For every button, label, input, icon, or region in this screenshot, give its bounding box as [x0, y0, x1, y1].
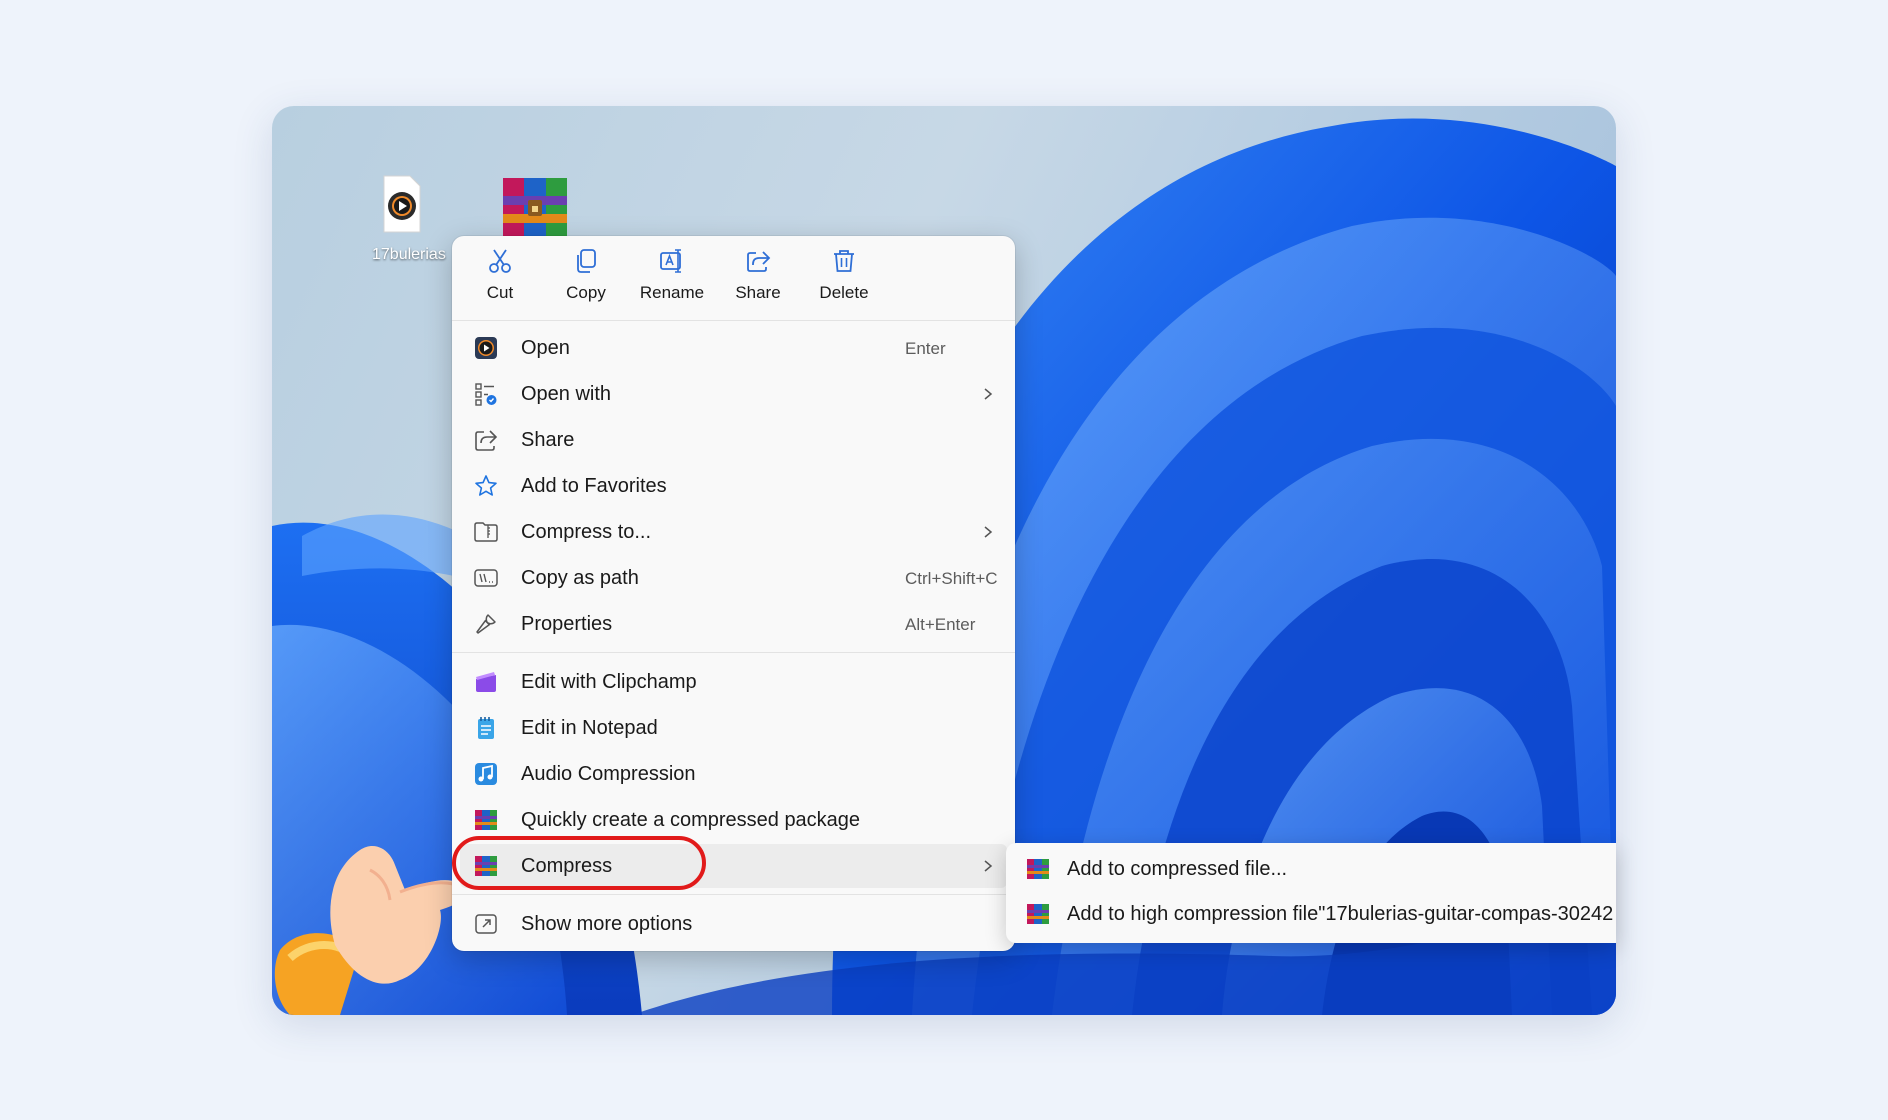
- zip-folder-icon: [474, 522, 498, 542]
- menu-item-label: Add to Favorites: [521, 475, 667, 497]
- menu-item-label: Open with: [521, 383, 612, 405]
- open-with-icon: [475, 383, 497, 406]
- menu-item-label: Audio Compression: [521, 763, 696, 785]
- submenu-item-add-to-compressed-file[interactable]: Add to compressed file...: [1006, 847, 1616, 891]
- rename-button[interactable]: Rename: [632, 248, 712, 312]
- share-label: Share: [735, 283, 781, 302]
- star-icon: [475, 475, 497, 496]
- menu-item-edit-in-notepad[interactable]: Edit in Notepad: [460, 706, 1007, 750]
- menu-item-label: Quickly create a compressed package: [521, 809, 861, 831]
- audio-icon: [475, 763, 497, 785]
- desktop-audio-file[interactable]: [380, 174, 424, 234]
- submenu-item-label: Add to high compression file"17bulerias-…: [1067, 903, 1614, 925]
- media-player-icon: [475, 337, 497, 359]
- winrar-archive-icon: [503, 178, 567, 236]
- desktop-archive-file[interactable]: [500, 174, 570, 238]
- menu-item-share[interactable]: Share: [460, 418, 1007, 462]
- audio-file-icon: [383, 175, 421, 233]
- menu-item-label: Compress to...: [521, 521, 652, 543]
- notepad-icon: [478, 717, 494, 739]
- more-options-icon: [475, 914, 497, 934]
- chevron-right-icon: [984, 860, 993, 872]
- winrar-icon: [475, 810, 497, 830]
- toolbar-divider: [452, 320, 1015, 321]
- pointing-hand-icon: [274, 845, 467, 1015]
- menu-item-add-to-favorites[interactable]: Add to Favorites: [460, 464, 1007, 508]
- cut-button[interactable]: Cut: [460, 248, 540, 312]
- copy-label: Copy: [566, 283, 606, 302]
- clipchamp-icon: [476, 672, 496, 692]
- menu-item-edit-with-clipchamp[interactable]: Edit with Clipchamp: [460, 660, 1007, 704]
- rename-label: Rename: [639, 283, 705, 302]
- submenu-item-label: Add to compressed file...: [1067, 858, 1288, 880]
- shortcut-text: Ctrl+Shift+C: [905, 569, 998, 588]
- cut-label: Cut: [486, 283, 514, 302]
- menu-item-label: Share: [521, 429, 575, 451]
- shortcut-text: Alt+Enter: [905, 615, 976, 634]
- desktop-file-label: 17bulerias: [372, 246, 446, 263]
- menu-divider: [452, 894, 1015, 895]
- share-icon: [747, 251, 771, 272]
- menu-item-copy-as-path[interactable]: Copy as path Ctrl+Shift+C: [460, 556, 1007, 600]
- winrar-icon: [1027, 859, 1049, 879]
- highlight-ring: [452, 836, 706, 890]
- delete-button[interactable]: Delete: [804, 248, 884, 312]
- chevron-right-icon: [984, 526, 993, 538]
- menu-item-label: Open: [521, 337, 570, 359]
- winrar-icon: [1027, 904, 1049, 924]
- context-toolbar: Cut Copy Rename Share Delete: [452, 236, 1015, 320]
- menu-item-compress-to[interactable]: Compress to...: [460, 510, 1007, 554]
- submenu-item-add-to-high-compression[interactable]: Add to high compression file"17bulerias-…: [1006, 892, 1616, 936]
- menu-item-label: Copy as path: [521, 567, 639, 589]
- menu-item-show-more-options[interactable]: Show more options: [460, 902, 1007, 946]
- menu-item-label: Edit with Clipchamp: [521, 671, 697, 693]
- menu-item-properties[interactable]: Properties Alt+Enter: [460, 602, 1007, 646]
- chevron-right-icon: [984, 388, 993, 400]
- compress-submenu: Add to compressed file... Add to high co…: [1006, 843, 1616, 943]
- delete-label: Delete: [819, 283, 869, 302]
- menu-item-label: Properties: [521, 613, 613, 635]
- copy-button[interactable]: Copy: [546, 248, 626, 312]
- menu-divider: [452, 652, 1015, 653]
- copy-icon: [577, 249, 596, 273]
- wrench-icon: [476, 614, 496, 634]
- share-icon: [475, 430, 498, 451]
- menu-item-open[interactable]: Open Enter: [460, 326, 1007, 370]
- menu-item-open-with[interactable]: Open with: [460, 372, 1007, 416]
- scissors-icon: [489, 249, 511, 273]
- menu-item-label: Show more options: [521, 913, 693, 935]
- rename-icon: [660, 249, 681, 273]
- menu-item-label: Edit in Notepad: [521, 717, 658, 739]
- share-button[interactable]: Share: [718, 248, 798, 312]
- menu-item-audio-compression[interactable]: Audio Compression: [460, 752, 1007, 796]
- copy-path-icon: [474, 569, 498, 587]
- shortcut-text: Enter: [905, 339, 946, 358]
- trash-icon: [834, 250, 854, 272]
